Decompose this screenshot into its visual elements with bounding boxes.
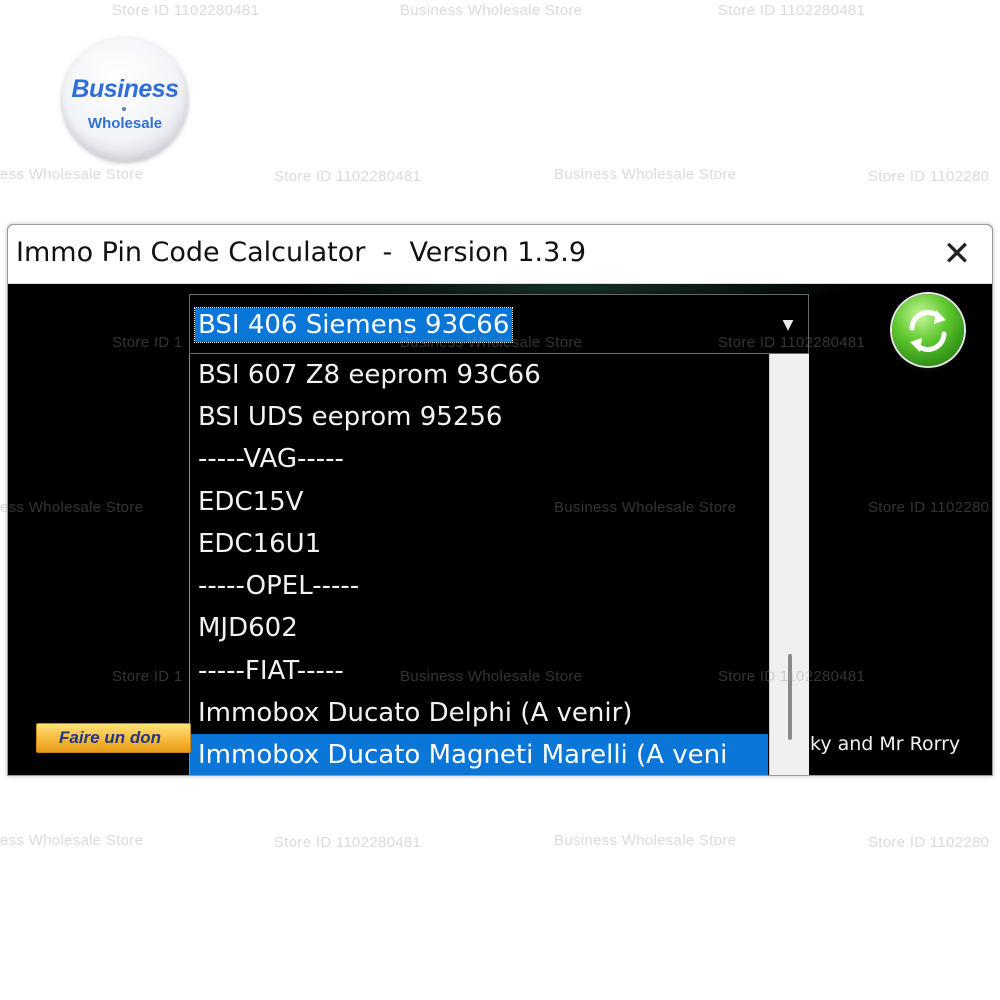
credits-text: ky and Mr Rorry	[810, 733, 961, 755]
title-bar: Immo Pin Code Calculator - Version 1.3.9…	[8, 225, 992, 284]
watermark: Business Wholesale Store	[400, 2, 583, 19]
window-title: Immo Pin Code Calculator - Version 1.3.9	[16, 237, 587, 268]
logo-title: Business	[71, 75, 179, 103]
list-item-highlighted[interactable]: Immobox Ducato Magneti Marelli (A veni	[190, 734, 768, 775]
combobox-selected-value[interactable]: BSI 406 Siemens 93C66	[193, 307, 514, 343]
ecu-select-combobox[interactable]: BSI 406 Siemens 93C66 ▼	[189, 294, 809, 354]
combobox-dropdown-list[interactable]: BSI 607 Z8 eeprom 93C66 BSI UDS eeprom 9…	[189, 354, 809, 775]
close-icon: ✕	[942, 234, 972, 274]
watermark: Store ID 1102280481	[274, 168, 422, 185]
list-item[interactable]: BSI UDS eeprom 95256	[190, 396, 768, 438]
watermark: Store ID 1102280481	[274, 834, 422, 851]
list-item[interactable]: -----VAG-----	[190, 438, 768, 480]
app-window: Immo Pin Code Calculator - Version 1.3.9…	[7, 224, 993, 776]
list-item[interactable]: EDC15V	[190, 481, 768, 523]
store-logo: Business Wholesale	[62, 37, 188, 161]
close-button[interactable]: ✕	[936, 233, 978, 275]
window-client-area: BSI 406 Siemens 93C66 ▼ BSI 607 Z8 eepro…	[8, 284, 992, 775]
watermark: ess Wholesale Store	[0, 166, 144, 183]
refresh-button[interactable]	[892, 294, 964, 366]
list-item[interactable]: MJD602	[190, 607, 768, 649]
logo-dot	[122, 107, 126, 111]
list-item[interactable]: -----FIAT-----	[190, 650, 768, 692]
watermark: Store ID 1102280	[868, 834, 990, 851]
list-item[interactable]: Immobox Ducato Delphi (A venir)	[190, 692, 768, 734]
watermark: Store ID 1102280481	[112, 2, 260, 19]
list-item[interactable]: BSI 607 Z8 eeprom 93C66	[190, 354, 768, 396]
watermark: Store ID 1102280481	[718, 2, 866, 19]
chevron-down-icon[interactable]: ▼	[768, 295, 808, 353]
watermark: Business Wholesale Store	[554, 832, 737, 849]
list-item[interactable]: -----OPEL-----	[190, 565, 768, 607]
scrollbar-thumb[interactable]	[788, 654, 792, 740]
watermark: ess Wholesale Store	[0, 832, 144, 849]
dropdown-scrollbar[interactable]	[769, 354, 809, 775]
refresh-icon	[909, 310, 947, 352]
watermark: Store ID 1102280	[868, 168, 990, 185]
watermark: Business Wholesale Store	[554, 166, 737, 183]
list-item[interactable]: EDC16U1	[190, 523, 768, 565]
logo-subtitle: Wholesale	[87, 115, 163, 132]
donate-button[interactable]: Faire un don	[36, 723, 191, 753]
